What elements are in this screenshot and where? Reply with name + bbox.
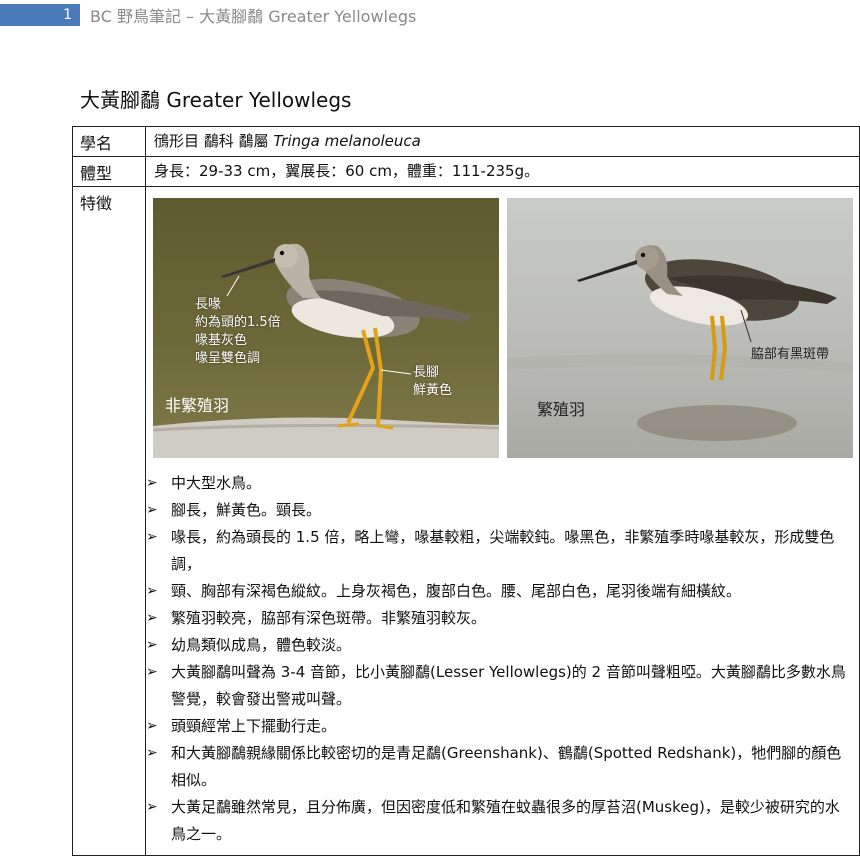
document-title: 大黃腳鷸 Greater Yellowlegs bbox=[80, 88, 352, 112]
feature-text: 頭頸經常上下擺動行走。 bbox=[171, 717, 337, 735]
bill-annotation-line: 約為頭的1.5倍 bbox=[195, 315, 281, 330]
bullet-icon: ➢ bbox=[146, 718, 158, 734]
list-item: ➢ 頸、胸部有深褐色縱紋。上身灰褐色，腹部白色。腰、尾部白色，尾羽後端有細橫紋。 bbox=[146, 578, 853, 605]
bullet-icon: ➢ bbox=[146, 475, 158, 491]
page-header: 1 BC 野鳥筆記 – 大黃腳鷸 Greater Yellowlegs bbox=[0, 4, 416, 26]
breeding-label: 繁殖羽 bbox=[537, 400, 586, 419]
features-label: 特徵 bbox=[72, 186, 146, 856]
feature-text: 大黃足鷸雖然常見，且分佈廣，但因密度低和繁殖在蚊蟲很多的厚苔沼(Muskeg)，… bbox=[171, 798, 840, 843]
list-item: ➢ 喙長，約為頭長的 1.5 倍，略上彎，喙基較粗，尖端較鈍。喙黑色，非繁殖季時喙… bbox=[146, 524, 853, 578]
size-label: 體型 bbox=[72, 156, 146, 187]
bill-annotation-line: 喙基灰色 bbox=[195, 333, 248, 348]
features-cell: 長喙 約為頭的1.5倍 喙基灰色 喙呈雙色調 長腳 鮮黃色 非繁殖羽 脇部有黑斑… bbox=[145, 186, 860, 856]
flank-annotation: 脇部有黑斑帶 bbox=[751, 347, 830, 362]
bullet-icon: ➢ bbox=[146, 529, 158, 545]
species-info-table: 學名 鴴形目 鷸科 鷸屬 Tringa melanoleuca 體型 身長：29… bbox=[72, 126, 860, 856]
legs-annotation-line: 鮮黃色 bbox=[413, 383, 453, 398]
taxonomy-row: 學名 鴴形目 鷸科 鷸屬 Tringa melanoleuca bbox=[72, 126, 860, 157]
list-item: ➢ 腳長，鮮黃色。頸長。 bbox=[146, 497, 853, 524]
list-item: ➢ 幼鳥類似成鳥，體色較淡。 bbox=[146, 632, 853, 659]
taxonomy-label: 學名 bbox=[72, 126, 146, 157]
features-row: 特徵 長喙 約為頭的1.5倍 喙基灰色 喙呈雙色調 長腳 鮮黃色 非繁殖羽 脇部… bbox=[72, 186, 860, 856]
feature-text: 腳長，鮮黃色。頸長。 bbox=[171, 501, 322, 519]
photo-breeding: 脇部有黑斑帶 繁殖羽 bbox=[507, 198, 853, 458]
bullet-icon: ➢ bbox=[146, 799, 158, 815]
nonbreeding-label: 非繁殖羽 bbox=[165, 396, 230, 415]
taxonomy-text: 鴴形目 鷸科 鷸屬 bbox=[154, 132, 274, 150]
bullet-icon: ➢ bbox=[146, 502, 158, 518]
feature-text: 頸、胸部有深褐色縱紋。上身灰褐色，腹部白色。腰、尾部白色，尾羽後端有細橫紋。 bbox=[171, 582, 742, 600]
bullet-icon: ➢ bbox=[146, 664, 158, 680]
list-item: ➢ 大黃腳鷸叫聲為 3-4 音節，比小黃腳鷸(Lesser Yellowlegs)… bbox=[146, 659, 853, 713]
feature-text: 中大型水鳥。 bbox=[171, 474, 262, 492]
bill-annotation-line: 喙呈雙色調 bbox=[195, 351, 261, 366]
legs-annotation: 長腳 鮮黃色 bbox=[413, 364, 452, 400]
feature-text: 幼鳥類似成鳥，體色較淡。 bbox=[171, 636, 352, 654]
header-title: BC 野鳥筆記 – 大黃腳鷸 Greater Yellowlegs bbox=[90, 7, 417, 26]
feature-text: 喙長，約為頭長的 1.5 倍，略上彎，喙基較粗，尖端較鈍。喙黑色，非繁殖季時喙基… bbox=[171, 528, 835, 573]
feature-text: 大黃腳鷸叫聲為 3-4 音節，比小黃腳鷸(Lesser Yellowlegs)的… bbox=[171, 663, 846, 708]
list-item: ➢ 中大型水鳥。 bbox=[146, 470, 853, 497]
bill-annotation-line: 長喙 bbox=[195, 297, 222, 312]
size-row: 體型 身長：29-33 cm，翼展長：60 cm，體重：111-235g。 bbox=[72, 156, 860, 187]
bill-annotation: 長喙 約為頭的1.5倍 喙基灰色 喙呈雙色調 bbox=[195, 296, 281, 368]
bullet-icon: ➢ bbox=[146, 610, 158, 626]
scientific-name: Tringa melanoleuca bbox=[273, 132, 421, 150]
feature-text: 和大黃腳鷸親緣關係比較密切的是青足鷸(Greenshank)、鶴鷸(Spotte… bbox=[171, 744, 842, 789]
list-item: ➢ 和大黃腳鷸親緣關係比較密切的是青足鷸(Greenshank)、鶴鷸(Spott… bbox=[146, 740, 853, 794]
bullet-icon: ➢ bbox=[146, 637, 158, 653]
features-list: ➢ 中大型水鳥。 ➢ 腳長，鮮黃色。頸長。 ➢ 喙長，約為頭長的 1.5 倍，略上彎，… bbox=[146, 470, 859, 848]
photo-nonbreeding: 長喙 約為頭的1.5倍 喙基灰色 喙呈雙色調 長腳 鮮黃色 非繁殖羽 bbox=[153, 198, 499, 458]
size-value: 身長：29-33 cm，翼展長：60 cm，體重：111-235g。 bbox=[145, 156, 860, 187]
list-item: ➢ 頭頸經常上下擺動行走。 bbox=[146, 713, 853, 740]
legs-annotation-line: 長腳 bbox=[413, 365, 440, 380]
page-number: 1 bbox=[0, 4, 80, 26]
taxonomy-value: 鴴形目 鷸科 鷸屬 Tringa melanoleuca bbox=[145, 126, 860, 157]
feature-text: 繁殖羽較亮，脇部有深色斑帶。非繁殖羽較灰。 bbox=[171, 609, 487, 627]
list-item: ➢ 大黃足鷸雖然常見，且分佈廣，但因密度低和繁殖在蚊蟲很多的厚苔沼(Muskeg)… bbox=[146, 794, 853, 848]
photo-row: 長喙 約為頭的1.5倍 喙基灰色 喙呈雙色調 長腳 鮮黃色 非繁殖羽 脇部有黑斑… bbox=[153, 198, 859, 458]
bullet-icon: ➢ bbox=[146, 745, 158, 761]
bullet-icon: ➢ bbox=[146, 583, 158, 599]
list-item: ➢ 繁殖羽較亮，脇部有深色斑帶。非繁殖羽較灰。 bbox=[146, 605, 853, 632]
